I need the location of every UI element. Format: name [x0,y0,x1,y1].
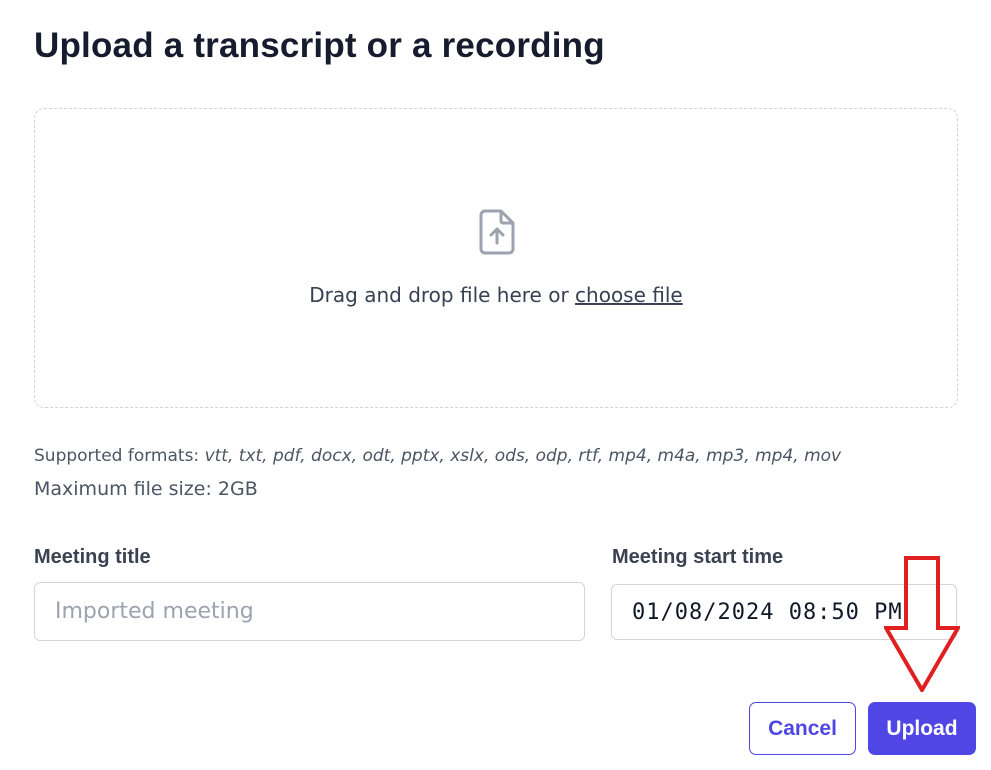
dropzone-instructions: Drag and drop file here or choose file [35,283,957,307]
upload-button[interactable]: Upload [868,702,976,755]
dropzone-text: Drag and drop file here or [309,283,576,307]
meeting-title-placeholder: Imported meeting [55,599,254,624]
max-file-size: Maximum file size: 2GB [34,478,258,500]
cancel-button[interactable]: Cancel [749,702,856,755]
file-upload-icon [479,209,515,255]
meeting-title-label: Meeting title [34,546,151,568]
choose-file-link[interactable]: choose file [575,283,683,307]
max-size-label: Maximum file size: [34,478,218,500]
red-arrow-annotation [884,556,960,692]
meeting-start-time-label: Meeting start time [612,546,784,568]
supported-formats: Supported formats: vtt, txt, pdf, docx, … [34,446,841,466]
meeting-start-time-value: 01/08/2024 08:50 PM [632,599,903,625]
formats-list: vtt, txt, pdf, docx, odt, pptx, xslx, od… [204,446,842,466]
file-dropzone[interactable]: Drag and drop file here or choose file [34,108,958,408]
meeting-title-input[interactable]: Imported meeting [34,582,585,641]
formats-label: Supported formats: [34,446,205,466]
page-title: Upload a transcript or a recording [34,26,605,65]
max-size-value: 2GB [217,478,258,500]
